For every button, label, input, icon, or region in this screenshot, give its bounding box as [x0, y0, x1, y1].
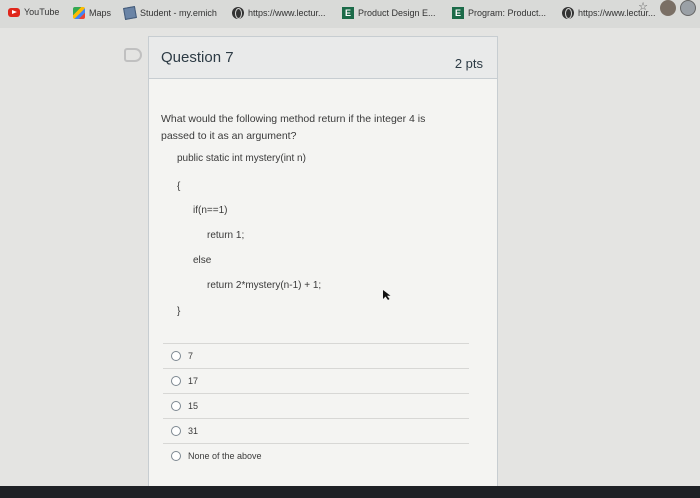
bookmark-program-product[interactable]: E Program: Product...: [452, 7, 546, 19]
radio-button[interactable]: [171, 400, 181, 411]
answer-option[interactable]: 15: [163, 393, 469, 417]
bookmark-star-icon[interactable]: ☆: [638, 0, 648, 13]
bookmark-label: https://www.lectur...: [248, 8, 326, 18]
profile-avatar[interactable]: [680, 0, 696, 16]
radio-button[interactable]: [171, 425, 181, 436]
radio-button[interactable]: [171, 450, 181, 461]
code-line: else: [193, 255, 212, 266]
globe-icon: [562, 7, 574, 19]
bookmark-label: Product Design E...: [358, 8, 436, 18]
student-icon: [123, 6, 137, 20]
globe-icon: [232, 7, 244, 19]
answer-option[interactable]: 17: [163, 368, 469, 392]
e-icon: E: [342, 7, 354, 19]
answer-label: 17: [188, 375, 199, 386]
bookmark-lectur[interactable]: https://www.lectur...: [232, 7, 326, 19]
answer-label: 31: [188, 425, 199, 436]
radio-button[interactable]: [171, 350, 181, 361]
flag-question-icon[interactable]: [124, 48, 142, 62]
question-title: Question 7: [161, 49, 234, 66]
answer-label: 7: [188, 350, 194, 361]
code-line: if(n==1): [193, 205, 228, 216]
question-text: What would the following method return i…: [161, 113, 426, 142]
bookmark-label: Student - my.emich: [140, 8, 217, 18]
answer-label: None of the above: [188, 450, 262, 461]
bookmark-student[interactable]: Student - my.emich: [123, 6, 217, 20]
youtube-icon: [8, 7, 20, 17]
bookmark-label: YouTube: [24, 7, 60, 17]
bookmarks-bar: YouTube Maps Student - my.emich https://…: [0, 0, 700, 28]
e-icon: E: [452, 7, 464, 19]
code-line: {: [177, 181, 181, 192]
bookmark-maps[interactable]: Maps: [73, 7, 111, 19]
bookmark-product-design[interactable]: E Product Design E...: [342, 7, 436, 19]
code-line: return 2*mystery(n-1) + 1;: [207, 280, 322, 291]
extension-icon[interactable]: [660, 0, 676, 16]
question-card: Question 7 2 pts What would the followin…: [148, 36, 498, 490]
screen-bezel: [0, 486, 700, 498]
code-line: public static int mystery(int n): [177, 153, 306, 164]
radio-button[interactable]: [171, 375, 181, 386]
answer-option[interactable]: 7: [163, 343, 469, 367]
answer-label: 15: [188, 400, 199, 411]
bookmark-youtube[interactable]: YouTube: [8, 7, 59, 17]
bookmark-label: Program: Product...: [468, 8, 547, 18]
answer-option[interactable]: 31: [163, 418, 469, 442]
code-line: }: [177, 306, 181, 317]
question-points: 2 pts: [454, 56, 483, 71]
mouse-cursor-icon: [383, 290, 391, 300]
bookmark-label: Maps: [89, 8, 112, 18]
maps-icon: [73, 7, 85, 19]
code-line: return 1;: [207, 230, 245, 241]
question-header: Question 7 2 pts: [149, 37, 497, 79]
answer-option[interactable]: None of the above: [163, 443, 469, 467]
